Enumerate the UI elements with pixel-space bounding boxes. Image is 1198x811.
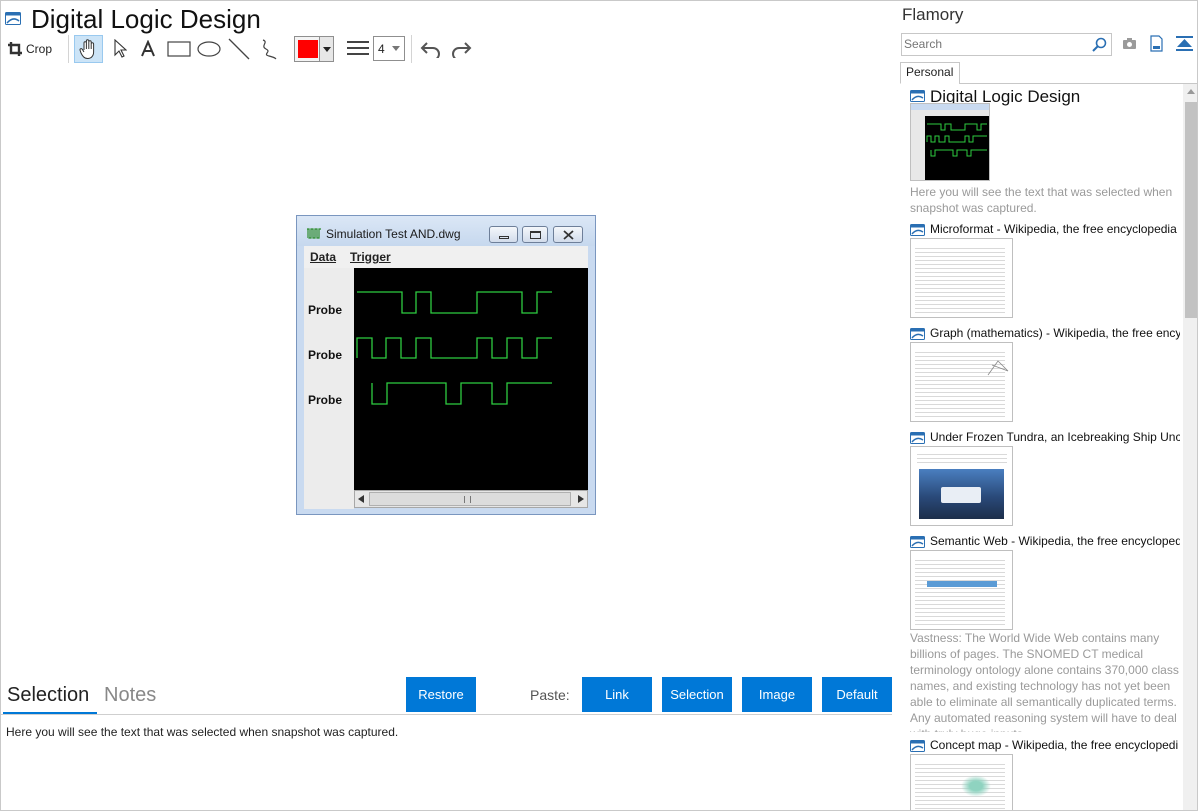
color-swatch	[298, 40, 318, 58]
pane-divider	[1, 714, 892, 715]
scope-display	[354, 268, 588, 490]
scroll-thumb[interactable]	[1185, 102, 1197, 318]
waveform-icon	[307, 228, 321, 239]
paste-label: Paste:	[530, 687, 570, 703]
rectangle-icon	[167, 41, 191, 57]
search-input[interactable]	[904, 37, 1084, 51]
color-picker-button[interactable]	[294, 36, 334, 62]
document-icon[interactable]	[1150, 35, 1163, 52]
page-snapshot-icon	[910, 536, 925, 548]
close-icon	[553, 226, 583, 243]
tab-notes[interactable]: Notes	[104, 684, 156, 707]
list-item-thumbnail[interactable]	[910, 238, 1013, 318]
app-name: Flamory	[902, 5, 964, 24]
list-scrollbar[interactable]	[1183, 84, 1197, 810]
probe-trace-2	[356, 337, 552, 359]
list-item-title[interactable]: Microformat - Wikipedia, the free encycl…	[930, 222, 1180, 236]
line-width-icon	[347, 41, 369, 55]
line-icon	[228, 38, 250, 60]
snapshot-list: Digital Logic Design Here you will see t…	[900, 84, 1197, 810]
selection-text[interactable]: Here you will see the text that was sele…	[6, 725, 398, 739]
list-item-thumbnail[interactable]	[910, 342, 1013, 422]
paste-link-button[interactable]: Link	[582, 677, 652, 712]
page-snapshot-icon	[910, 328, 925, 340]
snapshot-menu-trigger: Trigger	[350, 250, 391, 264]
snapshot-window-title: Simulation Test AND.dwg	[326, 227, 461, 241]
line-tool-button[interactable]	[227, 35, 251, 63]
page-snapshot-icon	[5, 12, 21, 25]
page-snapshot-icon	[910, 90, 925, 102]
list-item-title[interactable]: Under Frozen Tundra, an Icebreaking Ship…	[930, 430, 1180, 444]
waveform-traces	[356, 291, 552, 405]
probe-label: Probe	[308, 303, 343, 317]
minimize-icon	[489, 226, 518, 243]
page-snapshot-icon	[910, 224, 925, 236]
redo-icon	[452, 42, 472, 58]
pan-tool-button[interactable]	[74, 35, 103, 63]
camera-icon[interactable]	[1122, 37, 1137, 50]
probe-label: Probe	[308, 393, 343, 407]
select-tool-button[interactable]	[109, 35, 131, 63]
freehand-tool-button[interactable]	[257, 35, 281, 63]
text-a-icon	[141, 40, 155, 57]
flamory-window: Digital Logic Design Crop 4 Simulation T…	[0, 0, 1198, 811]
paste-default-button[interactable]: Default	[822, 677, 892, 712]
toolbar-divider	[411, 35, 412, 63]
line-width-select[interactable]: 4	[373, 36, 405, 61]
hand-icon	[79, 39, 94, 60]
maximize-icon	[522, 226, 548, 243]
line-width-value: 4	[378, 41, 385, 56]
list-item-description: Vastness: The World Wide Web contains ma…	[910, 631, 1179, 732]
probe-trace-1	[357, 291, 552, 314]
collapse-panel-icon[interactable]	[1176, 36, 1193, 51]
freehand-icon	[262, 39, 277, 60]
list-item-title[interactable]: Graph (mathematics) - Wikipedia, the fre…	[930, 326, 1180, 340]
scroll-up-icon[interactable]	[1187, 89, 1195, 94]
probe-label: Probe	[308, 348, 343, 362]
snapshot-window-titlebar: Simulation Test AND.dwg	[297, 216, 595, 246]
snapshot-menu-data: Data	[310, 250, 337, 264]
text-tool-button[interactable]	[137, 35, 159, 63]
search-icon[interactable]	[1092, 37, 1107, 52]
document-title: Digital Logic Design	[31, 4, 261, 34]
redo-button[interactable]	[448, 35, 474, 63]
rectangle-tool-button[interactable]	[166, 35, 192, 63]
crop-icon	[8, 42, 22, 56]
ellipse-icon	[197, 41, 221, 57]
tab-personal[interactable]: Personal	[900, 62, 960, 84]
crop-label: Crop	[26, 42, 53, 56]
paste-image-button[interactable]: Image	[742, 677, 812, 712]
search-box[interactable]	[901, 33, 1112, 56]
list-item-description: Here you will see the text that was sele…	[910, 185, 1173, 215]
drawing-toolbar: Crop 4	[1, 33, 501, 63]
restore-button[interactable]: Restore	[406, 677, 476, 712]
crop-button[interactable]: Crop	[7, 37, 52, 61]
scroll-left-icon	[358, 495, 364, 503]
undo-icon	[420, 42, 440, 58]
snapshot-horizontal-scrollbar	[354, 490, 588, 508]
page-snapshot-icon	[910, 740, 925, 752]
snapshot-image[interactable]: Simulation Test AND.dwg Data Trigger Pro…	[296, 215, 596, 515]
line-width-button[interactable]	[345, 35, 371, 63]
chevron-down-icon	[319, 37, 333, 61]
page-snapshot-icon	[910, 432, 925, 444]
list-item-thumbnail[interactable]	[910, 550, 1013, 630]
tab-selection[interactable]: Selection	[7, 684, 89, 707]
list-item-thumbnail[interactable]	[910, 446, 1013, 526]
snapshot-menubar: Data Trigger	[304, 246, 588, 268]
list-item-title[interactable]: Concept map - Wikipedia, the free encycl…	[930, 738, 1180, 752]
paste-selection-button[interactable]: Selection	[662, 677, 732, 712]
scroll-right-icon	[578, 495, 584, 503]
scroll-thumb	[369, 492, 571, 506]
list-item-thumbnail[interactable]	[910, 754, 1013, 810]
toolbar-divider	[68, 35, 69, 63]
probe-label-column: Probe Probe Probe	[304, 268, 354, 509]
list-item-title[interactable]: Semantic Web - Wikipedia, the free encyc…	[930, 534, 1180, 548]
list-item-thumbnail[interactable]	[910, 103, 990, 181]
probe-trace-3	[371, 382, 552, 405]
chevron-down-icon	[392, 46, 400, 51]
pointer-arrow-icon	[114, 39, 127, 58]
undo-button[interactable]	[418, 35, 444, 63]
ellipse-tool-button[interactable]	[196, 35, 222, 63]
